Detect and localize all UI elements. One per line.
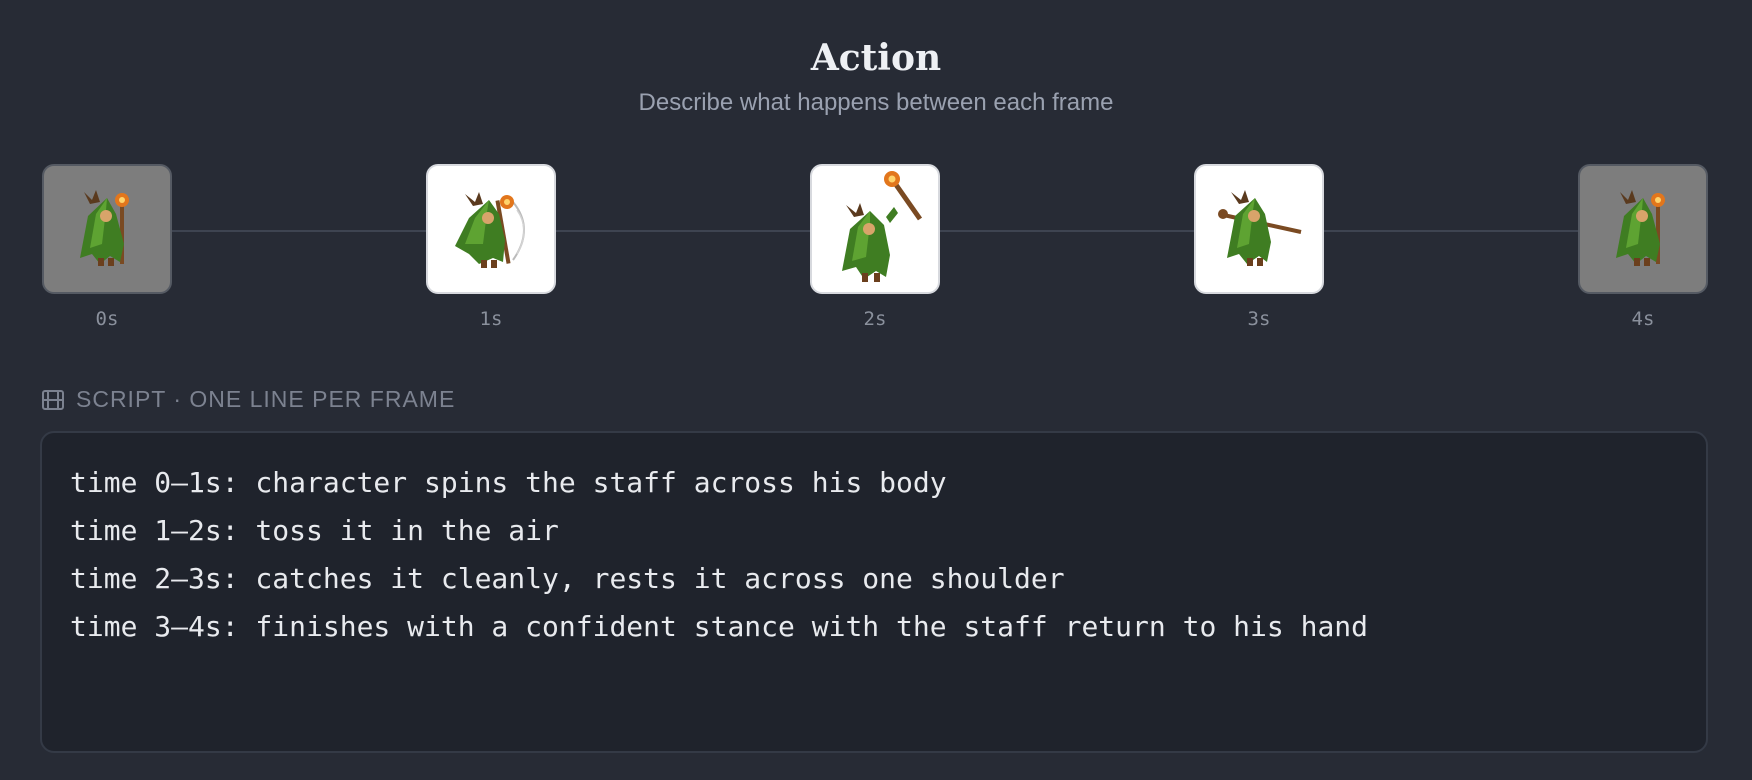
keyframe-thumbnail[interactable] [1578,164,1708,294]
druid-sprite-icon [842,171,923,282]
keyframe-1[interactable]: 1s [426,164,556,330]
page-header: Action Describe what happens between eac… [0,34,1752,118]
script-section-label: SCRIPT · ONE LINE PER FRAME [42,386,455,413]
keyframe-time: 1s [479,308,503,330]
druid-sprite-icon [1616,190,1665,266]
script-label: SCRIPT · ONE LINE PER FRAME [76,386,456,412]
page-subtitle: Describe what happens between each frame [638,89,1114,116]
script-line[interactable]: time 2–3s: catches it cleanly, rests it … [70,555,1678,603]
frame-timeline: 0s 1s 2s 3s 4s [0,164,1752,334]
script-line[interactable]: time 1–2s: toss it in the air [70,507,1678,555]
keyframe-time: 3s [1247,308,1271,330]
film-icon [42,389,64,410]
druid-sprite-icon [455,192,525,268]
keyframe-2[interactable]: 2s [810,164,940,330]
page-title: Action [810,37,942,79]
keyframe-time: 0s [95,308,119,330]
keyframe-time: 4s [1631,308,1655,330]
druid-sprite-icon [1218,190,1302,266]
druid-sprite-icon [80,190,129,266]
keyframe-3[interactable]: 3s [1194,164,1324,330]
keyframe-thumbnail[interactable] [42,164,172,294]
script-editor[interactable]: time 0–1s: character spins the staff acr… [40,431,1708,753]
script-line[interactable]: time 0–1s: character spins the staff acr… [70,459,1678,507]
keyframe-4[interactable]: 4s [1578,164,1708,330]
script-line[interactable]: time 3–4s: finishes with a confident sta… [70,603,1678,651]
keyframe-thumbnail[interactable] [810,164,940,294]
keyframe-0[interactable]: 0s [42,164,172,330]
keyframe-thumbnail[interactable] [1194,164,1324,294]
keyframe-thumbnail[interactable] [426,164,556,294]
keyframe-time: 2s [863,308,887,330]
